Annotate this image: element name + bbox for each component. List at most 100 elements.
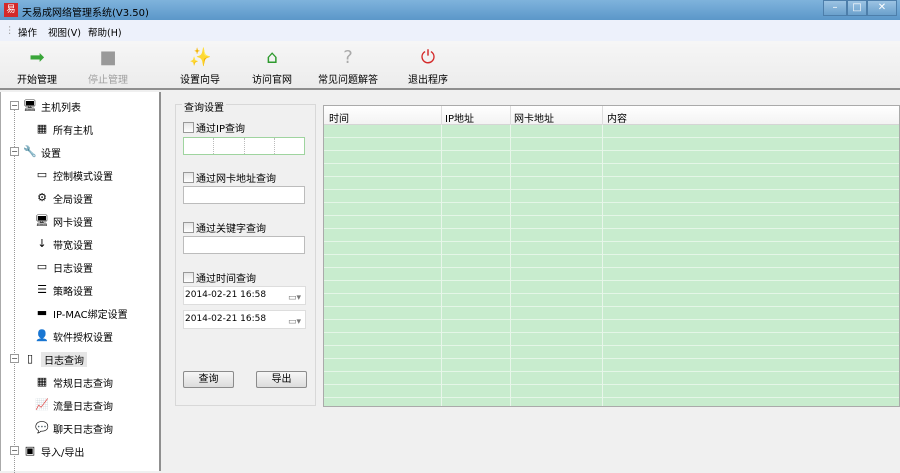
app-logo-icon: 易 [4,3,18,17]
toolbar-button-0[interactable]: ➡ 开始管理 [2,47,72,86]
tree-item[interactable]: ▬ IP-MAC绑定设置 [35,304,128,322]
calendar-dropdown-icon[interactable]: ▭▾ [288,290,301,307]
tree-expander[interactable]: − [10,354,19,363]
tree-item[interactable]: ▦ 所有主机 [35,120,93,138]
toolbar-label: 访问官网 [252,75,292,86]
tree-item-label: 导入/导出 [41,447,85,459]
menu-view[interactable]: 视图(V) [48,25,81,39]
menu-help[interactable]: 帮助(H) [88,25,122,39]
start-time-value: 2014-02-21 16:58 [185,290,267,300]
tree-item[interactable]: ▦ 常规日志查询 [35,373,113,391]
tree-item[interactable]: ▣ 导入/导出 [23,442,85,460]
by-time-label: 通过时间查询 [196,274,256,285]
tree-item-label: 控制模式设置 [53,171,113,183]
tree-item[interactable]: ▭ 日志设置 [35,258,93,276]
toolbar-label: 退出程序 [408,75,448,86]
query-settings-title: 查询设置 [182,99,226,114]
tree-expander[interactable]: − [10,147,19,156]
tree-item-label: 日志查询 [41,351,87,367]
mac-address-input[interactable] [183,186,305,204]
tree-item[interactable]: ▯ 日志查询 [23,350,87,368]
toolbar-button-4[interactable]: ? 常见问题解答 [313,47,383,86]
toolbar-label: 开始管理 [17,75,57,86]
arrow-right-icon: ➡ [29,47,45,68]
column-mac[interactable]: 网卡地址 [514,110,554,125]
tree-item[interactable]: 🖥 网卡设置 [35,212,93,230]
tree-item[interactable]: ▭ 控制模式设置 [35,166,113,184]
calendar-dropdown-icon[interactable]: ▭▾ [288,314,301,331]
log-table: 时间 IP地址 网卡地址 内容 [323,105,900,407]
keyword-input[interactable] [183,236,305,254]
faq-icon: ? [343,47,353,68]
query-button[interactable]: 查询 [183,371,234,388]
tree-node-icon: ↓ [37,237,47,250]
tree-node-icon: ▦ [36,375,48,388]
tree-item-label: 日志设置 [53,263,93,275]
tree-item[interactable]: 🔧 设置 [23,143,61,161]
tree-item-label: 聊天日志查询 [53,424,113,436]
by-mac-label: 通过网卡地址查询 [196,174,276,185]
by-keyword-checkbox[interactable]: 通过关键字查询 [183,220,266,235]
toolbar-button-3[interactable]: ⌂ 访问官网 [237,47,307,86]
tree-item-label: 网卡设置 [53,217,93,229]
navigation-tree: − 🖥 主机列表 ▦ 所有主机 − 🔧 设置 ▭ 控制模式设置 ⚙ 全局设置 🖥 网卡设置 ↓ 带宽设置 ▭ 日志… [0,92,161,473]
tree-item-label: 常规日志查询 [53,378,113,390]
column-ip[interactable]: IP地址 [445,110,474,125]
tree-node-icon: 🖥 [35,214,49,227]
toolbar: ➡ 开始管理 ■ 停止管理 ✨ 设置向导 ⌂ 访问官网? 常见问题解答 ⏻ 退出程序 [0,41,900,90]
menu-grip: ⋮ [5,25,15,36]
table-body[interactable] [324,125,899,406]
tree-item-label: 策略设置 [53,286,93,298]
tree-node-icon: 💬 [35,421,49,434]
title-bar: 易 天易成网络管理系统(V3.50) – □ ✕ [0,0,900,20]
tree-node-icon: ▭ [36,260,48,273]
by-mac-checkbox[interactable]: 通过网卡地址查询 [183,170,276,185]
tree-item-label: IP-MAC绑定设置 [53,309,128,321]
table-header: 时间 IP地址 网卡地址 内容 [324,106,899,125]
stop-icon: ■ [99,47,117,68]
tree-node-icon: 👤 [35,329,49,342]
maximize-button[interactable]: □ [847,0,867,16]
tree-item-label: 全局设置 [53,194,93,206]
tree-item-label: 设置 [41,148,61,160]
tree-expander[interactable]: − [10,446,19,455]
by-keyword-label: 通过关键字查询 [196,224,266,235]
toolbar-button-2[interactable]: ✨ 设置向导 [165,47,235,86]
menu-bar: ⋮ 操作 视图(V) 帮助(H) [0,20,900,41]
tree-item-label: 软件授权设置 [53,332,113,344]
window-title: 天易成网络管理系统(V3.50) [22,8,149,19]
tree-item-label: 带宽设置 [53,240,93,252]
tree-node-icon: 🖥 [23,99,37,112]
tree-node-icon: ▯ [26,352,34,365]
tree-item[interactable]: 📈 流量日志查询 [35,396,113,414]
column-time[interactable]: 时间 [329,110,349,125]
tree-node-icon: ▣ [24,444,36,457]
tree-item[interactable]: 💬 聊天日志查询 [35,419,113,437]
tree-item[interactable]: ↓ 带宽设置 [35,235,93,253]
tree-expander[interactable]: − [10,101,19,110]
by-ip-checkbox[interactable]: 通过IP查询 [183,120,245,135]
export-button[interactable]: 导出 [256,371,307,388]
tree-node-icon: 📈 [35,398,49,411]
start-time-picker[interactable]: 2014-02-21 16:58 ▭▾ [183,286,306,305]
home-icon: ⌂ [266,47,278,68]
tree-item[interactable]: ⚙ 全局设置 [35,189,93,207]
toolbar-label: 常见问题解答 [318,75,378,86]
end-time-picker[interactable]: 2014-02-21 16:58 ▭▾ [183,310,306,329]
by-time-checkbox[interactable]: 通过时间查询 [183,270,256,285]
tree-item[interactable]: 👤 软件授权设置 [35,327,113,345]
menu-operate[interactable]: 操作 [18,25,37,39]
toolbar-label: 设置向导 [180,75,220,86]
tree-item[interactable]: ☰ 策略设置 [35,281,93,299]
close-button[interactable]: ✕ [867,0,897,16]
tree-node-icon: 🔧 [23,145,37,158]
tree-node-icon: ☰ [37,283,47,296]
tree-node-icon: ▭ [36,168,48,181]
column-content[interactable]: 内容 [607,110,627,125]
tree-item[interactable]: 🖥 主机列表 [23,97,81,115]
minimize-button[interactable]: – [823,0,847,16]
ip-address-input[interactable] [183,137,305,155]
toolbar-button-1[interactable]: ■ 停止管理 [73,47,143,86]
tree-node-icon: ▦ [36,122,48,135]
toolbar-button-5[interactable]: ⏻ 退出程序 [393,47,463,86]
